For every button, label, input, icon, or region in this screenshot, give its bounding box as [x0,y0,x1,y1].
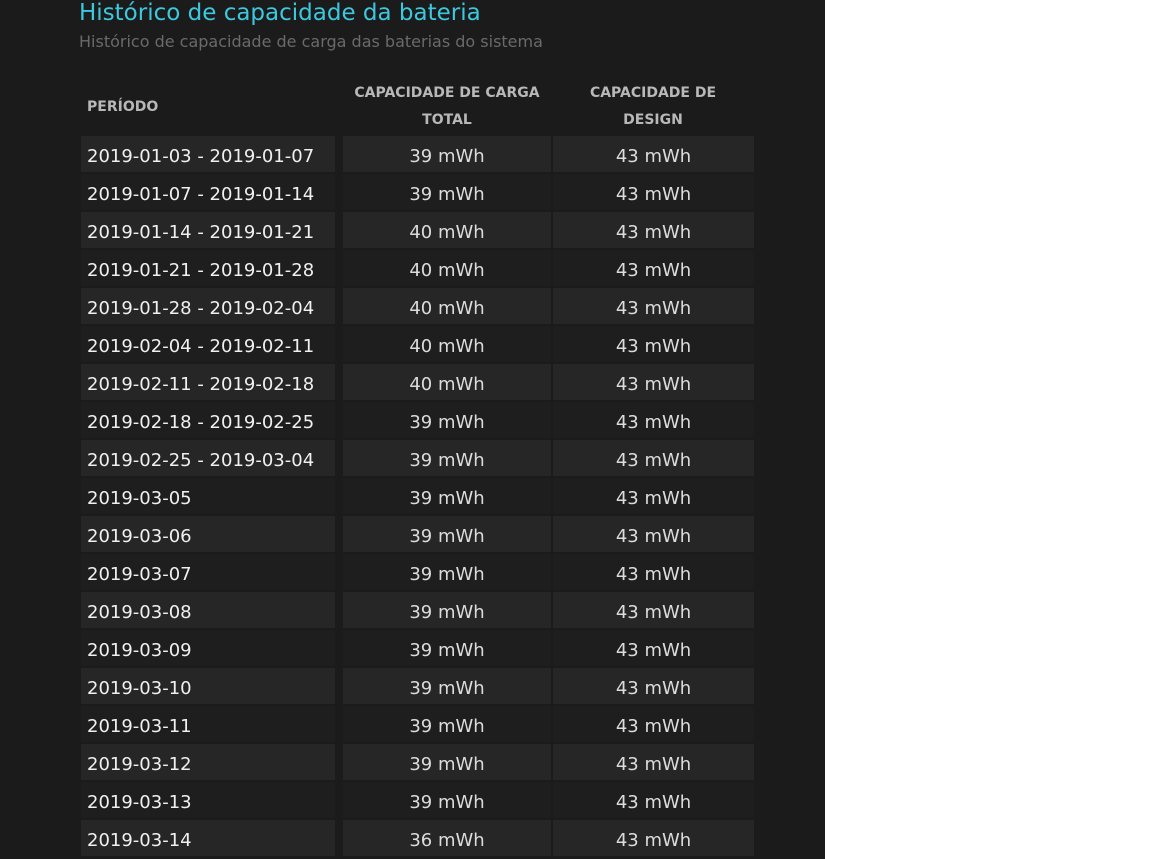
cell-period: 2019-03-05 [81,478,335,514]
table-row: 2019-03-14 36 mWh 43 mWh [81,818,754,856]
cell-period: 2019-01-07 - 2019-01-14 [81,174,335,210]
cell-period: 2019-02-11 - 2019-02-18 [81,364,335,400]
cell-period: 2019-02-18 - 2019-02-25 [81,402,335,438]
table-row: 2019-03-12 39 mWh 43 mWh [81,742,754,780]
cell-period: 2019-03-07 [81,554,335,590]
cell-full-charge-capacity: 39 mWh [343,516,551,552]
table-row: 2019-03-08 39 mWh 43 mWh [81,590,754,628]
cell-full-charge-capacity: 40 mWh [343,288,551,324]
cell-period: 2019-01-21 - 2019-01-28 [81,250,335,286]
table-row: 2019-02-11 - 2019-02-18 40 mWh 43 mWh [81,362,754,400]
table-row: 2019-01-07 - 2019-01-14 39 mWh 43 mWh [81,172,754,210]
cell-design-capacity: 43 mWh [553,516,754,552]
cell-full-charge-capacity: 39 mWh [343,478,551,514]
table-row: 2019-01-28 - 2019-02-04 40 mWh 43 mWh [81,286,754,324]
column-header-design-capacity: CAPACIDADE DE DESIGN [553,80,753,134]
cell-design-capacity: 43 mWh [553,212,754,248]
table-body: 2019-01-03 - 2019-01-07 39 mWh 43 mWh 2019-… [81,134,754,856]
cell-full-charge-capacity: 40 mWh [343,212,551,248]
table-row: 2019-03-13 39 mWh 43 mWh [81,780,754,818]
cell-period: 2019-01-14 - 2019-01-21 [81,212,335,248]
report-panel: Histórico de capacidade da bateria Histó… [0,0,825,859]
table-row: 2019-03-05 39 mWh 43 mWh [81,476,754,514]
column-header-period-label: PERÍODO [87,98,159,115]
table-row: 2019-03-06 39 mWh 43 mWh [81,514,754,552]
cell-full-charge-capacity: 39 mWh [343,402,551,438]
column-header-period: PERÍODO [87,80,337,134]
cell-period: 2019-01-28 - 2019-02-04 [81,288,335,324]
cell-design-capacity: 43 mWh [553,706,754,742]
cell-full-charge-capacity: 36 mWh [343,820,551,856]
cell-full-charge-capacity: 39 mWh [343,706,551,742]
cell-full-charge-capacity: 39 mWh [343,782,551,818]
table-header: PERÍODO CAPACIDADE DE CARGA TOTAL CAPACI… [81,80,754,134]
cell-period: 2019-03-14 [81,820,335,856]
cell-design-capacity: 43 mWh [553,402,754,438]
table-row: 2019-01-03 - 2019-01-07 39 mWh 43 mWh [81,134,754,172]
cell-design-capacity: 43 mWh [553,782,754,818]
column-header-full-charge-capacity: CAPACIDADE DE CARGA TOTAL [343,80,551,134]
cell-period: 2019-03-13 [81,782,335,818]
cell-full-charge-capacity: 39 mWh [343,440,551,476]
cell-design-capacity: 43 mWh [553,326,754,362]
cell-design-capacity: 43 mWh [553,174,754,210]
cell-period: 2019-03-06 [81,516,335,552]
table-row: 2019-01-14 - 2019-01-21 40 mWh 43 mWh [81,210,754,248]
cell-full-charge-capacity: 39 mWh [343,174,551,210]
table-row: 2019-03-09 39 mWh 43 mWh [81,628,754,666]
cell-period: 2019-03-12 [81,744,335,780]
table-row: 2019-02-25 - 2019-03-04 39 mWh 43 mWh [81,438,754,476]
cell-period: 2019-02-04 - 2019-02-11 [81,326,335,362]
cell-period: 2019-03-08 [81,592,335,628]
cell-design-capacity: 43 mWh [553,630,754,666]
cell-period: 2019-03-09 [81,630,335,666]
table-row: 2019-01-21 - 2019-01-28 40 mWh 43 mWh [81,248,754,286]
cell-design-capacity: 43 mWh [553,136,754,172]
cell-design-capacity: 43 mWh [553,478,754,514]
cell-full-charge-capacity: 40 mWh [343,250,551,286]
cell-full-charge-capacity: 39 mWh [343,668,551,704]
cell-period: 2019-01-03 - 2019-01-07 [81,136,335,172]
cell-design-capacity: 43 mWh [553,250,754,286]
cell-design-capacity: 43 mWh [553,364,754,400]
battery-capacity-table: PERÍODO CAPACIDADE DE CARGA TOTAL CAPACI… [81,80,754,856]
column-header-full-charge-line2: TOTAL [422,112,472,128]
cell-period: 2019-02-25 - 2019-03-04 [81,440,335,476]
column-header-design-line2: DESIGN [623,112,683,128]
cell-full-charge-capacity: 39 mWh [343,554,551,590]
cell-full-charge-capacity: 39 mWh [343,744,551,780]
cell-full-charge-capacity: 39 mWh [343,136,551,172]
cell-design-capacity: 43 mWh [553,592,754,628]
cell-full-charge-capacity: 39 mWh [343,592,551,628]
column-header-design-line1: CAPACIDADE DE [589,85,717,101]
cell-full-charge-capacity: 40 mWh [343,364,551,400]
table-row: 2019-03-11 39 mWh 43 mWh [81,704,754,742]
cell-design-capacity: 43 mWh [553,440,754,476]
table-row: 2019-03-10 39 mWh 43 mWh [81,666,754,704]
cell-full-charge-capacity: 39 mWh [343,630,551,666]
cell-design-capacity: 43 mWh [553,744,754,780]
table-row: 2019-02-18 - 2019-02-25 39 mWh 43 mWh [81,400,754,438]
cell-design-capacity: 43 mWh [553,554,754,590]
table-row: 2019-02-04 - 2019-02-11 40 mWh 43 mWh [81,324,754,362]
cell-full-charge-capacity: 40 mWh [343,326,551,362]
cell-period: 2019-03-11 [81,706,335,742]
cell-design-capacity: 43 mWh [553,820,754,856]
page-title: Histórico de capacidade da bateria [79,0,481,26]
page-subtitle: Histórico de capacidade de carga das bat… [79,32,543,51]
table-row: 2019-03-07 39 mWh 43 mWh [81,552,754,590]
cell-design-capacity: 43 mWh [553,668,754,704]
column-header-full-charge-line1: CAPACIDADE DE CARGA [354,85,540,101]
cell-design-capacity: 43 mWh [553,288,754,324]
cell-period: 2019-03-10 [81,668,335,704]
